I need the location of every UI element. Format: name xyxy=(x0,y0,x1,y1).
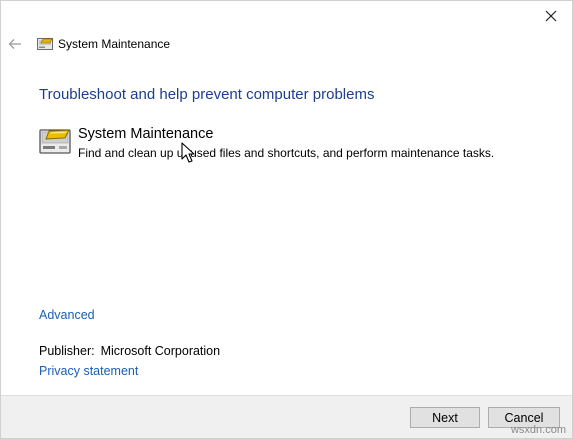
task-title: System Maintenance xyxy=(78,126,214,142)
system-maintenance-icon xyxy=(37,38,53,50)
close-button[interactable] xyxy=(540,5,562,27)
window-title: System Maintenance xyxy=(58,37,171,51)
system-maintenance-icon xyxy=(39,129,71,154)
publisher-info: Publisher: Microsoft Corporation xyxy=(39,344,220,358)
close-icon xyxy=(545,10,557,22)
back-arrow-icon xyxy=(8,39,21,49)
mouse-cursor-icon xyxy=(181,142,195,163)
troubleshooter-window: System Maintenance Troubleshoot and help… xyxy=(0,0,573,439)
title-bar: System Maintenance xyxy=(1,34,572,56)
back-button[interactable] xyxy=(7,36,23,52)
watermark-text: wsxdn.com xyxy=(510,424,566,436)
footer-bar: Next Cancel wsxdn.com xyxy=(1,395,572,438)
next-button[interactable]: Next xyxy=(410,407,480,428)
task-description: Find and clean up unused files and short… xyxy=(78,146,495,160)
advanced-link[interactable]: Advanced xyxy=(39,308,95,322)
publisher-value: Microsoft Corporation xyxy=(100,344,221,358)
publisher-label: Publisher: xyxy=(39,344,95,358)
page-heading: Troubleshoot and help prevent computer p… xyxy=(39,86,375,103)
privacy-statement-link[interactable]: Privacy statement xyxy=(39,364,138,378)
